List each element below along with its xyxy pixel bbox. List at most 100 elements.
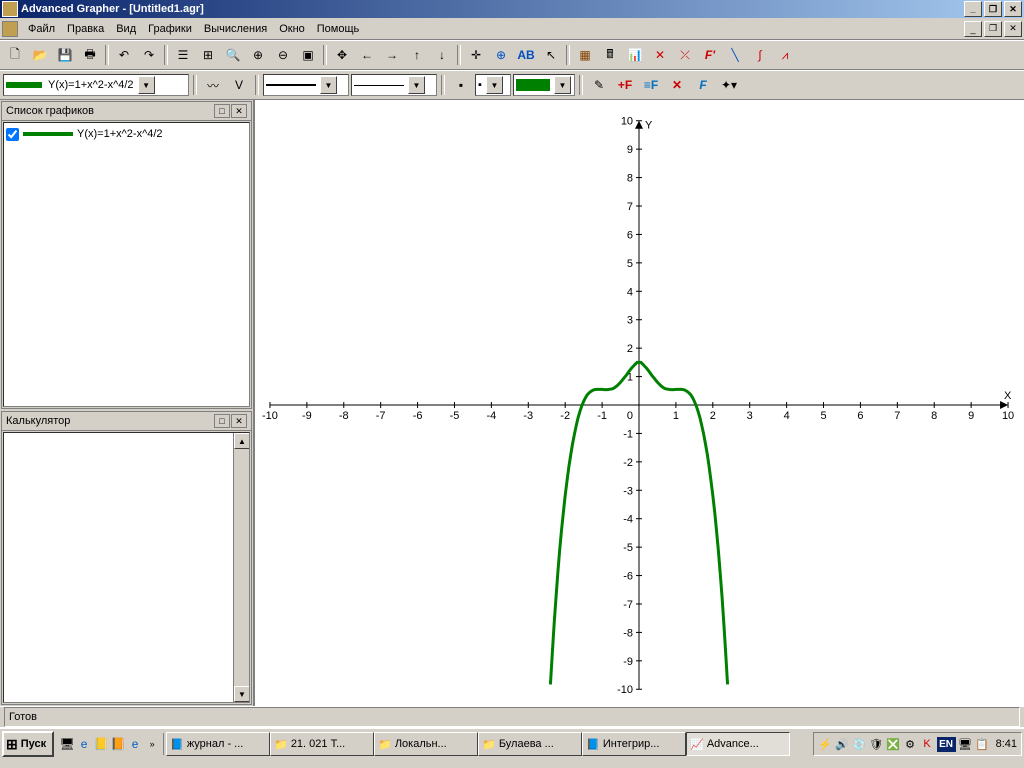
task-button[interactable]: 📁21. 021 Т... [270,732,374,756]
ql-app2-icon[interactable]: 📙 [110,736,126,752]
trace-button[interactable]: ⊕ [489,43,513,67]
document-icon [2,21,18,37]
ql-app1-icon[interactable]: 📒 [93,736,109,752]
arrow-right-button[interactable]: → [380,43,404,67]
add-func-button[interactable]: +F [613,73,637,97]
mdi-close-button[interactable]: ✕ [1004,21,1022,37]
crosshair-button[interactable]: ✛ [464,43,488,67]
ql-ie-icon[interactable]: e [76,736,92,752]
maximize-button[interactable]: ❐ [984,1,1002,17]
undo-button[interactable]: ↶ [112,43,136,67]
start-label: Пуск [21,738,46,750]
arrow-up-button[interactable]: ↑ [405,43,429,67]
svg-text:5: 5 [820,410,826,422]
zoom-out-button[interactable]: ⊖ [271,43,295,67]
label-button[interactable]: AB [514,43,538,67]
extrema-button[interactable]: ⩘ [773,43,797,67]
line-style-solid[interactable]: ▼ [263,74,349,96]
plot-canvas[interactable]: XY-10-9-8-7-6-5-4-3-2-112345678910-10-9-… [255,100,1024,706]
line-style-thin[interactable]: ▼ [351,74,437,96]
tray-icon-2[interactable]: 🔊 [835,737,850,752]
menu-window[interactable]: Окно [273,21,311,37]
calc-dock-button[interactable]: □ [214,414,230,428]
intersect-button[interactable]: ✕ [648,43,672,67]
graph-list-item[interactable]: Y(x)=1+x^2-x^4/2 [6,125,247,143]
mdi-minimize-button[interactable]: _ [964,21,982,37]
tray-icon-6[interactable]: ⚙ [903,737,918,752]
mdi-restore-button[interactable]: ❐ [984,21,1002,37]
derivative-button[interactable]: F' [698,43,722,67]
pointer-button[interactable]: ↖ [539,43,563,67]
move-button[interactable]: ✥ [330,43,354,67]
save-button[interactable]: 💾 [53,43,77,67]
ql-ie2-icon[interactable]: e [127,736,143,752]
arrow-left-button[interactable]: ← [355,43,379,67]
new-button[interactable]: 🗋 [3,43,27,67]
language-indicator[interactable]: EN [937,737,956,752]
menu-graphs[interactable]: Графики [142,21,198,37]
graph-list-title: Список графиков [6,105,94,117]
scroll-up-button[interactable]: ▲ [234,433,250,449]
ql-more-icon[interactable]: » [144,736,160,752]
menu-bar: Файл Правка Вид Графики Вычисления Окно … [0,18,1024,40]
dup-func-button[interactable]: ≡F [639,73,663,97]
close-button[interactable]: ✕ [1004,1,1022,17]
tray-icon-9[interactable]: 📋 [975,737,990,752]
tray-icon-3[interactable]: 💿 [852,737,867,752]
task-button[interactable]: 📘журнал - ... [166,732,270,756]
plot-svg: XY-10-9-8-7-6-5-4-3-2-112345678910-10-9-… [255,100,1024,706]
abs-button[interactable]: V [227,73,251,97]
calc-close-button[interactable]: ✕ [231,414,247,428]
graph-visible-checkbox[interactable] [6,128,19,141]
list-button[interactable]: ☰ [171,43,195,67]
wave-button[interactable]: 〰 [201,73,225,97]
task-button[interactable]: 📁Булаева ... [478,732,582,756]
point-small-button[interactable]: ▪ [449,73,473,97]
redo-button[interactable]: ↷ [137,43,161,67]
integral-button[interactable]: ∫ [748,43,772,67]
tangent-button[interactable]: ╲ [723,43,747,67]
dropdown-icon[interactable]: ▼ [138,76,155,94]
props-button[interactable]: ✎ [587,73,611,97]
calc-button[interactable]: 🖩 [598,43,622,67]
zoom-in-button[interactable]: ⊕ [246,43,270,67]
fill-color[interactable]: ▼ [513,74,575,96]
edit-func-button[interactable]: F [691,73,715,97]
tray-icon-7[interactable]: K [920,737,935,752]
formula-selector[interactable]: Y(x)=1+x^2-x^4/2 ▼ [3,74,189,96]
arrow-down-button[interactable]: ↓ [430,43,454,67]
roots-button[interactable]: ⤫ [673,43,697,67]
tray-icon-5[interactable]: ❎ [886,737,901,752]
zoom-button[interactable]: 🔍 [221,43,245,67]
menu-view[interactable]: Вид [110,21,142,37]
panel-close-button[interactable]: ✕ [231,104,247,118]
open-button[interactable]: 📂 [28,43,52,67]
print-button[interactable]: 🖶 [78,43,102,67]
menu-help[interactable]: Помощь [311,21,366,37]
start-button[interactable]: ⊞ Пуск [2,731,54,757]
table-button[interactable]: ▦ [573,43,597,67]
scroll-down-button[interactable]: ▼ [234,686,250,702]
calc-scrollbar[interactable]: ▲ ▼ [233,433,249,702]
del-func-button[interactable]: ✕ [665,73,689,97]
ql-desktop-icon[interactable]: 🖥 [59,736,75,752]
panel-dock-button[interactable]: □ [214,104,230,118]
menu-calc[interactable]: Вычисления [198,21,273,37]
fit-button[interactable]: ▣ [296,43,320,67]
grid-props-button[interactable]: ⊞ [196,43,220,67]
menu-file[interactable]: Файл [22,21,61,37]
task-button[interactable]: 📘Интегрир... [582,732,686,756]
task-button[interactable]: 📁Локальн... [374,732,478,756]
calculator-body[interactable]: ▲ ▼ [3,432,250,703]
svg-text:9: 9 [968,410,974,422]
axis-props-button[interactable]: ✦▾ [717,73,741,97]
tray-icon-4[interactable]: 🛡 [869,737,884,752]
menu-edit[interactable]: Правка [61,21,110,37]
task-button[interactable]: 📈Advance... [686,732,790,756]
marker-style[interactable]: ▪▼ [475,74,511,96]
tray-icon-8[interactable]: 🖥 [958,737,973,752]
regression-button[interactable]: 📊 [623,43,647,67]
svg-text:-2: -2 [560,410,570,422]
tray-icon-1[interactable]: ⚡ [818,737,833,752]
minimize-button[interactable]: _ [964,1,982,17]
